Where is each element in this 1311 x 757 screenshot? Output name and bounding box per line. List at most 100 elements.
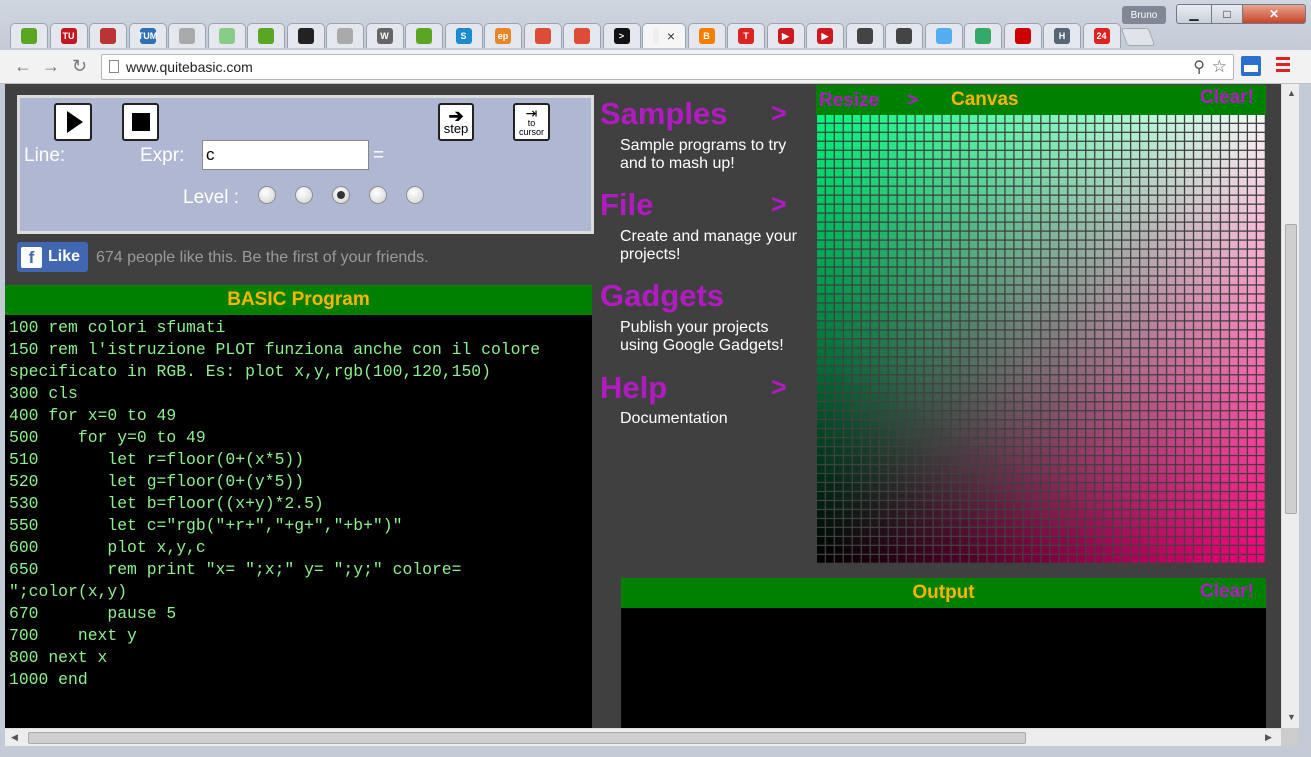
address-bar[interactable]: www.quitebasic.com ⚲ ☆ xyxy=(101,54,1234,80)
browser-tab[interactable] xyxy=(326,23,364,48)
program-line[interactable]: 600 plot x,y,c xyxy=(9,537,588,559)
menu-title-samples[interactable]: Samples xyxy=(600,96,728,132)
program-line[interactable]: 300 cls xyxy=(9,383,588,405)
minimize-button[interactable]: ▁ xyxy=(1176,4,1212,24)
browser-tab[interactable]: TUM xyxy=(128,23,167,48)
profile-badge[interactable]: Bruno xyxy=(1122,6,1166,24)
vertical-scroll-thumb[interactable] xyxy=(1285,224,1297,514)
scroll-left-icon[interactable]: ◀ xyxy=(11,732,18,743)
back-arrow-icon[interactable]: ← xyxy=(14,56,32,77)
level-radio-1[interactable] xyxy=(258,186,276,204)
scroll-up-icon[interactable]: ▲ xyxy=(1287,88,1296,98)
browser-tab[interactable]: W xyxy=(365,23,404,48)
browser-menu-icon[interactable] xyxy=(1276,57,1290,73)
browser-tab[interactable] xyxy=(247,23,285,48)
twitter-icon xyxy=(935,28,952,44)
menu-arrow-help[interactable]: > xyxy=(771,372,787,403)
shield-red-icon xyxy=(100,28,116,44)
browser-tab[interactable] xyxy=(168,23,206,48)
evernote-icon xyxy=(21,28,37,44)
forward-arrow-icon[interactable]: → xyxy=(42,56,60,77)
new-tab-button[interactable] xyxy=(1120,28,1156,46)
level-radio-2[interactable] xyxy=(295,186,313,204)
chrome-icon xyxy=(574,28,590,44)
program-line[interactable]: 520 let g=floor(0+(y*5)) xyxy=(9,471,588,493)
menu-arrow-file[interactable]: > xyxy=(771,189,787,220)
browser-tab[interactable] xyxy=(964,23,1002,48)
step-button[interactable]: ➔ step xyxy=(438,103,474,141)
program-line[interactable]: 530 let b=floor((x+y)*2.5) xyxy=(9,493,588,515)
maximize-button[interactable]: □ xyxy=(1211,4,1243,24)
browser-tab[interactable]: ▶ xyxy=(766,23,805,48)
extension-icon[interactable] xyxy=(1241,56,1261,76)
zoom-icon[interactable]: ⚲ xyxy=(1193,56,1205,80)
browser-tab[interactable]: S xyxy=(444,23,483,48)
reload-icon[interactable]: ↻ xyxy=(72,56,87,77)
stop-button[interactable] xyxy=(122,103,159,141)
scroll-down-icon[interactable]: ▼ xyxy=(1287,712,1296,722)
menu-title-file[interactable]: File xyxy=(600,187,653,223)
program-line[interactable]: 100 rem colori sfumati xyxy=(9,317,588,339)
browser-tab[interactable]: > xyxy=(602,23,641,48)
browser-tab[interactable] xyxy=(523,23,562,48)
program-line[interactable]: 150 rem l'istruzione PLOT funziona anche… xyxy=(9,339,588,383)
level-radio-4[interactable] xyxy=(369,186,387,204)
menu-arrow-samples[interactable]: > xyxy=(771,98,787,129)
vertical-scrollbar[interactable]: ▲ ▼ xyxy=(1281,84,1299,728)
program-line[interactable]: 500 for y=0 to 49 xyxy=(9,427,588,449)
browser-tab[interactable]: ▶ xyxy=(806,23,844,48)
close-tab-icon[interactable]: × xyxy=(667,28,675,44)
browser-tab[interactable] xyxy=(405,23,443,48)
menu-title-help[interactable]: Help xyxy=(600,370,667,406)
browser-tab[interactable]: B xyxy=(687,23,726,48)
resize-link[interactable]: Resize xyxy=(819,90,879,112)
menu-title-gadgets[interactable]: Gadgets xyxy=(600,278,724,314)
level-radio-5[interactable] xyxy=(406,186,424,204)
program-line[interactable]: 800 next x xyxy=(9,647,588,669)
browser-tab[interactable]: × xyxy=(642,23,686,48)
horizontal-scroll-thumb[interactable] xyxy=(28,732,1026,744)
browser-tab[interactable] xyxy=(207,23,246,48)
terminal-icon: > xyxy=(613,28,630,44)
program-line[interactable]: 700 next y xyxy=(9,625,588,647)
browser-tab[interactable] xyxy=(286,23,325,48)
program-line[interactable]: 1000 end xyxy=(9,669,588,691)
output-clear-link[interactable]: Clear! xyxy=(1200,581,1254,603)
like-label: Like xyxy=(48,248,81,265)
facebook-like-button[interactable]: f Like xyxy=(17,242,88,272)
browser-tab[interactable] xyxy=(845,23,884,48)
step-to-cursor-button[interactable]: ⇥ to cursor xyxy=(513,103,550,141)
level-radio-3[interactable] xyxy=(332,186,350,204)
horizontal-scrollbar[interactable]: ◀ ▶ xyxy=(5,728,1281,746)
expression-input[interactable]: c xyxy=(202,140,369,170)
drawing-canvas[interactable] xyxy=(817,115,1266,565)
youtube-icon: ▶ xyxy=(777,28,794,44)
program-line[interactable]: 550 let c="rgb("+r+","+g+","+b+")" xyxy=(9,515,588,537)
browser-tab[interactable]: ep xyxy=(484,23,522,48)
browser-tab[interactable] xyxy=(89,23,127,48)
program-line[interactable]: 400 for x=0 to 49 xyxy=(9,405,588,427)
program-line[interactable]: 650 rem print "x= ";x;" y= ";y;" colore=… xyxy=(9,559,588,603)
bookmark-star-icon[interactable]: ☆ xyxy=(1212,55,1227,79)
browser-tab[interactable] xyxy=(10,23,48,48)
browser-tab[interactable] xyxy=(885,23,923,48)
browser-tab[interactable] xyxy=(563,23,601,48)
t-red-icon: T xyxy=(738,28,754,44)
resize-arrow[interactable]: > xyxy=(907,90,918,112)
browser-tab[interactable]: TU xyxy=(49,23,88,48)
browser-tab[interactable] xyxy=(924,23,963,48)
canvas-clear-link[interactable]: Clear! xyxy=(1200,87,1254,109)
browser-tab[interactable]: T xyxy=(727,23,765,48)
run-button[interactable] xyxy=(54,103,92,141)
program-editor[interactable]: 100 rem colori sfumati 150 rem l'istruzio… xyxy=(5,315,592,728)
page-content: ➔ step ⇥ to cursor Line: Expr: c = Level… xyxy=(5,84,1281,728)
browser-tab[interactable] xyxy=(1003,23,1042,48)
browser-tab[interactable]: H xyxy=(1043,23,1081,48)
scroll-right-icon[interactable]: ▶ xyxy=(1265,732,1272,743)
close-window-button[interactable]: ✕ xyxy=(1242,4,1306,24)
program-line[interactable]: 510 let r=floor(0+(x*5)) xyxy=(9,449,588,471)
youtube-icon: ▶ xyxy=(817,28,833,44)
program-line[interactable]: 670 pause 5 xyxy=(9,603,588,625)
output-console xyxy=(621,608,1266,728)
browser-tab[interactable]: 24 xyxy=(1082,23,1121,48)
